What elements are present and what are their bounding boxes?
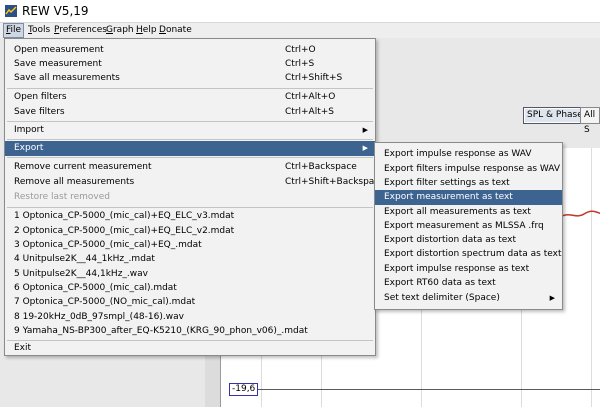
menu-preferences[interactable]: Preferences	[52, 24, 109, 37]
menu-item-import[interactable]: Import ▶	[5, 123, 375, 138]
export-impulse-text[interactable]: Export impulse response as text	[375, 262, 562, 277]
export-measurement-text[interactable]: Export measurement as text	[375, 190, 562, 205]
rew-app-icon	[5, 5, 17, 17]
export-mlssa-frq[interactable]: Export measurement as MLSSA .frq	[375, 219, 562, 234]
set-text-delimiter[interactable]: Set text delimiter (Space) ▶	[375, 291, 562, 306]
menu-item-save-measurement[interactable]: Save measurement Ctrl+S	[5, 57, 375, 72]
menu-item-save-all-measurements[interactable]: Save all measurements Ctrl+Shift+S	[5, 71, 375, 86]
submenu-arrow-icon: ▶	[362, 144, 368, 152]
menu-item-remove-current[interactable]: Remove current measurement Ctrl+Backspace	[5, 160, 375, 175]
y-axis-value-label: -19,6	[229, 383, 259, 396]
recent-file-2[interactable]: 2 Optonica_CP-5000_(mic_cal)+EQ_ELC_v2.m…	[5, 224, 375, 239]
menu-item-remove-all[interactable]: Remove all measurements Ctrl+Shift+Backsp…	[5, 175, 385, 190]
menu-bar: File Tools Preferences Graph Help Donate	[0, 23, 600, 38]
recent-file-3[interactable]: 3 Optonica_CP-5000_(mic_cal)+EQ_.mdat	[5, 238, 375, 253]
separator	[7, 207, 373, 208]
export-filters-impulse-wav[interactable]: Export filters impulse response as WAV	[375, 162, 562, 177]
menu-item-open-measurement[interactable]: Open measurement Ctrl+O	[5, 43, 375, 58]
menu-file[interactable]: File	[3, 23, 25, 38]
recent-file-6[interactable]: 6 Optonica_CP-5000_(mic_cal).mdat	[5, 281, 375, 296]
export-distortion-spectrum-text[interactable]: Export distortion spectrum data as text	[375, 247, 562, 262]
menu-tools[interactable]: Tools	[26, 24, 52, 37]
recent-file-9[interactable]: 9 Yamaha_NS-BP300_after_EQ-K5210_(KRG_90…	[5, 324, 375, 339]
spl-phase-toggle[interactable]: SPL & Phase	[523, 107, 587, 124]
submenu-arrow-icon: ▶	[362, 126, 368, 134]
menu-help[interactable]: Help	[134, 24, 159, 37]
menu-graph[interactable]: Graph	[104, 24, 136, 37]
menu-donate[interactable]: Donate	[157, 24, 194, 37]
file-menu: Open measurement Ctrl+O Save measurement C…	[4, 38, 385, 356]
recent-file-8[interactable]: 8 19-20kHz_0dB_97smpl_(48-16).wav	[5, 310, 375, 325]
separator	[7, 139, 373, 140]
cursor-line	[258, 389, 600, 390]
separator	[7, 157, 373, 158]
recent-file-4[interactable]: 4 Unitpulse2K__44_1kHz_.mdat	[5, 252, 375, 267]
recent-file-1[interactable]: 1 Optonica_CP-5000_(mic_cal)+EQ_ELC_v3.m…	[5, 209, 375, 224]
export-filter-settings-text[interactable]: Export filter settings as text	[375, 176, 562, 191]
measurement-trace	[562, 210, 600, 217]
menu-item-exit[interactable]: Exit	[5, 341, 375, 356]
title-bar: REW V5,19	[0, 0, 600, 23]
recent-file-5[interactable]: 5 Unitpulse2K__44,1kHz_.wav	[5, 267, 375, 282]
menu-item-restore-last-removed: Restore last removed	[14, 192, 110, 202]
window-title: REW V5,19	[22, 4, 89, 18]
export-rt60-text[interactable]: Export RT60 data as text	[375, 276, 562, 291]
menu-item-open-filters[interactable]: Open filters Ctrl+Alt+O	[5, 90, 375, 105]
menu-item-export[interactable]: Export ▶	[5, 141, 375, 156]
separator	[7, 121, 373, 122]
recent-file-7[interactable]: 7 Optonica_CP-5000_(NO_mic_cal).mdat	[5, 295, 375, 310]
export-distortion-text[interactable]: Export distortion data as text	[375, 233, 562, 248]
all-spl-toggle[interactable]: All S	[580, 107, 600, 135]
export-all-measurements-text[interactable]: Export all measurements as text	[375, 205, 562, 220]
submenu-arrow-icon: ▶	[549, 294, 555, 302]
grid-line	[591, 148, 592, 407]
separator	[7, 88, 373, 89]
export-submenu: Export impulse response as WAV Export fi…	[374, 142, 563, 310]
export-impulse-wav[interactable]: Export impulse response as WAV	[375, 147, 562, 162]
menu-item-save-filters[interactable]: Save filters Ctrl+Alt+S	[5, 105, 375, 120]
